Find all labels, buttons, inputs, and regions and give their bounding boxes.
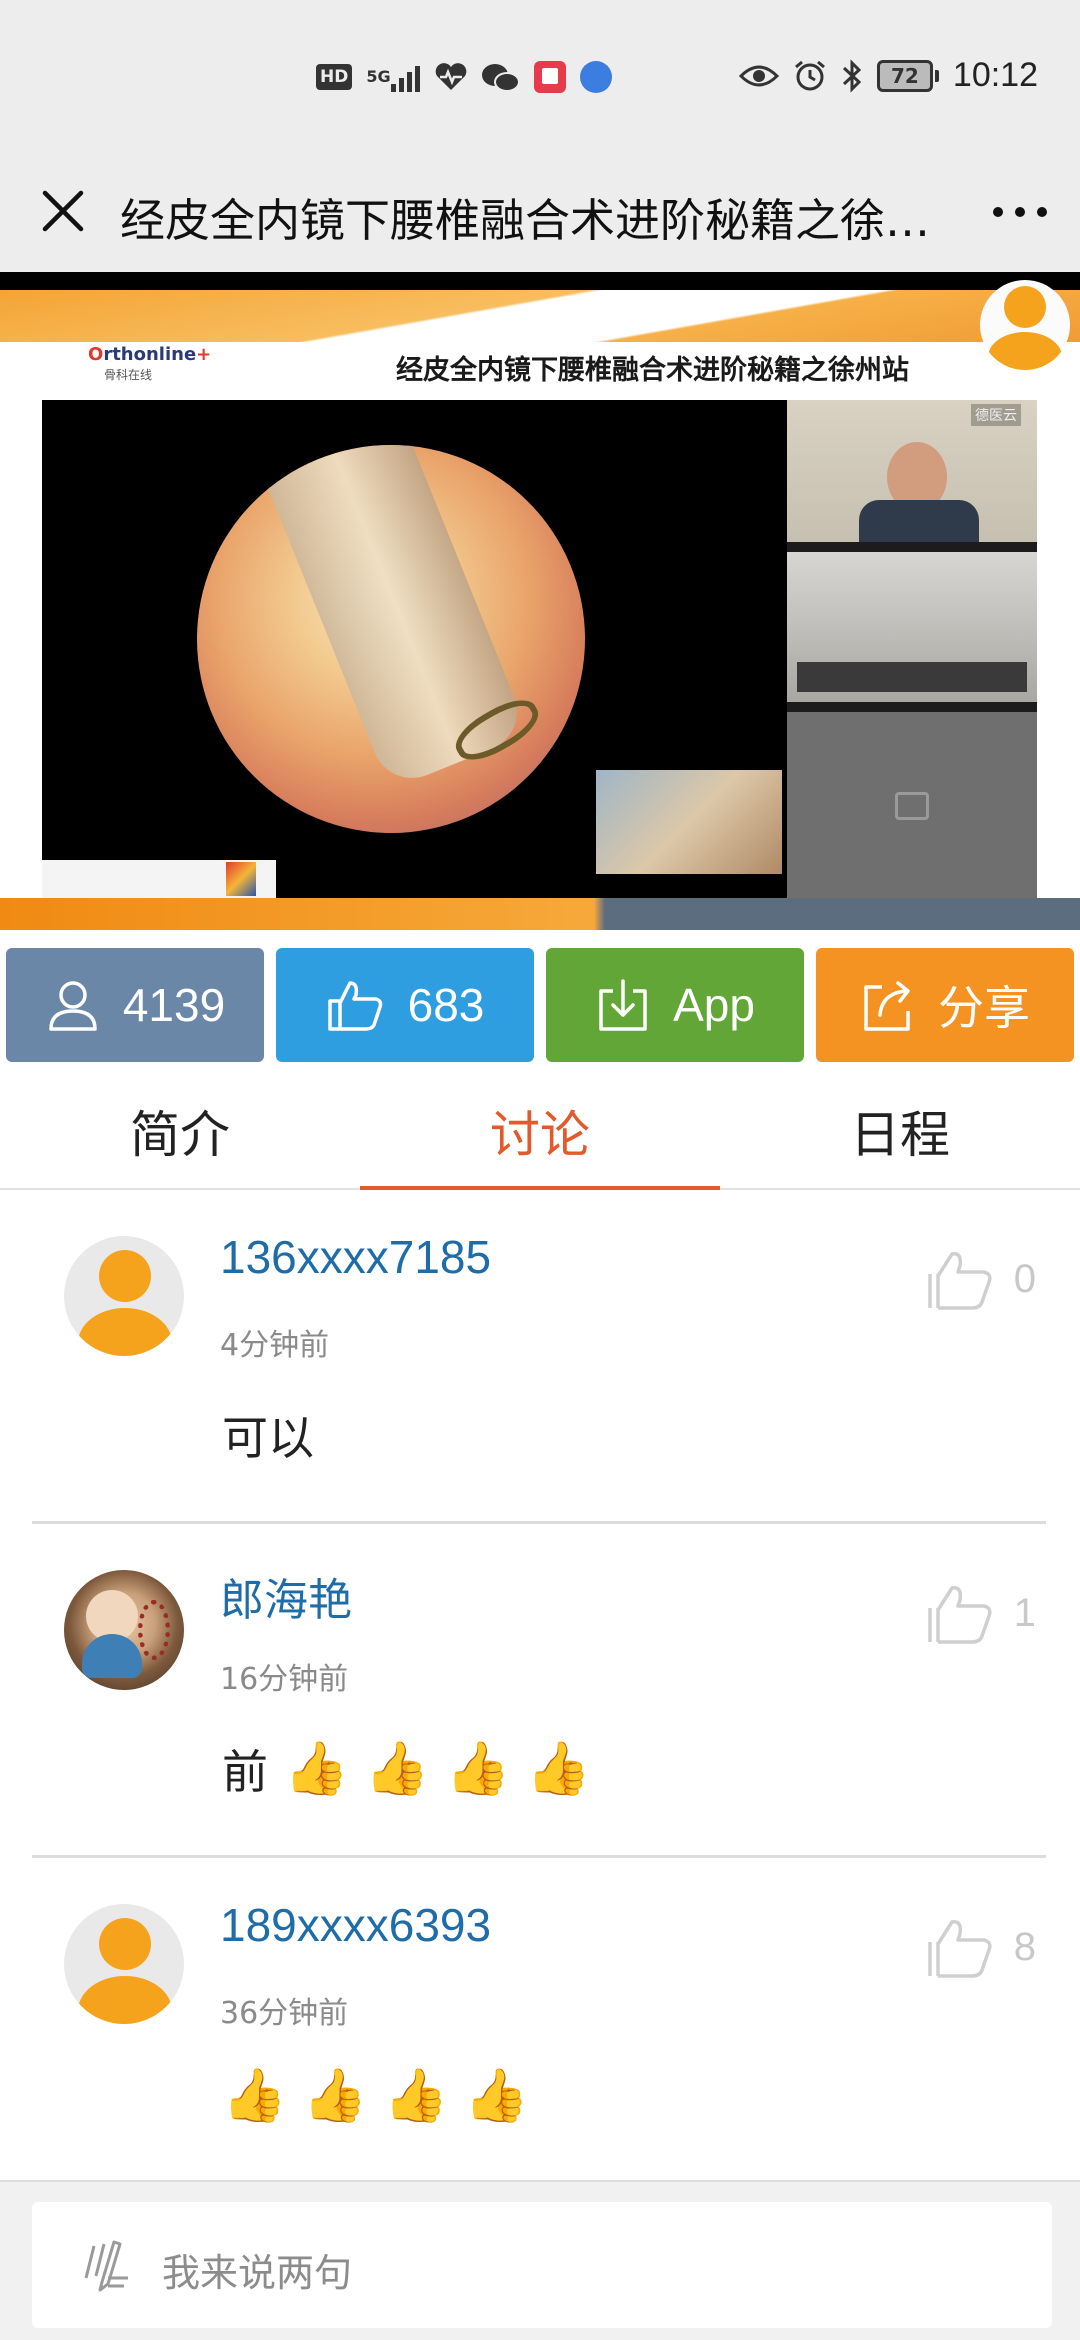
thumbs-up-icon xyxy=(327,981,382,1031)
comment-like-count: 1 xyxy=(1013,1590,1036,1635)
camera-feed-audience xyxy=(787,552,1037,702)
comment-input-bar: 我来说两句 xyxy=(0,2180,1080,2340)
camera-feed-speaker: 德医云 xyxy=(787,400,1037,542)
more-icon xyxy=(993,207,1047,217)
comment-time: 16分钟前 xyxy=(220,1662,349,1697)
comment-input-placeholder: 我来说两句 xyxy=(162,2251,353,2295)
hd-icon: HD xyxy=(316,58,353,96)
thumbs-up-emoji-icon: 👍 xyxy=(222,2066,287,2126)
wechat-icon xyxy=(481,62,520,92)
comment-text: 前 xyxy=(222,1745,268,1799)
pen-icon xyxy=(84,2240,128,2292)
video-player[interactable]: Orthonline+ 骨科在线 经皮全内镜下腰椎融合术进阶秘籍之徐州站 德医云 xyxy=(0,272,1080,930)
orthonline-logo: Orthonline+ xyxy=(88,344,212,365)
comment-time: 36分钟前 xyxy=(220,1996,349,2031)
camera-feeds: 德医云 xyxy=(787,400,1037,898)
tab-bar: 简介 讨论 日程 xyxy=(0,1072,1080,1190)
thumbs-up-emoji-icon: 👍 xyxy=(445,1739,511,1799)
likes-count: 683 xyxy=(407,979,485,1031)
share-icon xyxy=(864,981,910,1031)
viewers-count: 4139 xyxy=(122,979,226,1031)
comment-like-button[interactable]: 1 xyxy=(926,1580,1036,1646)
comment-username[interactable]: 郎海艳 xyxy=(220,1564,352,1628)
thumbs-up-emoji-icon: 👍 xyxy=(526,1739,591,1799)
download-icon xyxy=(599,979,647,1031)
user-avatar[interactable] xyxy=(64,1904,184,2024)
camera-feed-empty xyxy=(787,712,1037,898)
status-bar-right: 72 10:12 xyxy=(738,56,1038,95)
orthonline-logo-subtitle: 骨科在线 xyxy=(104,368,153,382)
person-icon xyxy=(49,981,97,1031)
status-bar-left: HD 5G xyxy=(316,58,612,96)
endoscope-image xyxy=(197,445,585,833)
comment-time: 4分钟前 xyxy=(220,1328,330,1363)
comment-content: 前 👍 👍 👍 👍 xyxy=(222,1736,591,1802)
slide-footer xyxy=(0,898,1080,930)
comment-list: 136xxxx7185 4分钟前 可以 0 郎海艳 16分钟前 前 👍 👍 👍 … xyxy=(0,1190,1080,2180)
surgical-field-thumbnail xyxy=(596,770,782,874)
close-button[interactable] xyxy=(30,178,96,244)
comment-like-button[interactable]: 8 xyxy=(926,1914,1036,1980)
action-bar: 4139 683 App 分享 xyxy=(0,948,1080,1062)
comment-content: 可以 xyxy=(222,1402,314,1468)
comment-item: 189xxxx6393 36分钟前 👍 👍 👍 👍 8 xyxy=(0,1858,1080,2192)
thumbs-up-emoji-icon: 👍 xyxy=(302,2066,368,2126)
browser-icon xyxy=(579,58,612,96)
status-bar: HD 5G 72 10:12 xyxy=(0,0,1080,158)
app-label: App xyxy=(673,979,755,1031)
camera-feed-label: 德医云 xyxy=(971,404,1021,426)
close-icon xyxy=(42,190,84,232)
screen: HD 5G 72 10:12 经皮全内镜下腰椎融合术进阶秘籍之徐州站 Ortho… xyxy=(0,0,1080,2340)
comment-like-count: 8 xyxy=(1013,1924,1036,1969)
thumbs-up-emoji-icon: 👍 xyxy=(284,1739,349,1799)
video-placeholder-icon xyxy=(895,792,929,820)
comment-username[interactable]: 136xxxx7185 xyxy=(220,1230,491,1284)
like-video-button[interactable]: 683 xyxy=(276,948,534,1062)
host-avatar[interactable] xyxy=(980,280,1070,370)
thumbs-up-outline-icon xyxy=(928,1586,992,1644)
comment-text: 可以 xyxy=(222,1411,314,1465)
comment-item: 郎海艳 16分钟前 前 👍 👍 👍 👍 1 xyxy=(0,1524,1080,1858)
comment-input[interactable]: 我来说两句 xyxy=(32,2202,1052,2328)
thumbs-up-emoji-icon: 👍 xyxy=(364,1739,430,1799)
tab-schedule[interactable]: 日程 xyxy=(720,1072,1080,1190)
page-title: 经皮全内镜下腰椎融合术进阶秘籍之徐州站 xyxy=(120,194,940,247)
comment-item: 136xxxx7185 4分钟前 可以 0 xyxy=(0,1190,1080,1524)
sponsor-logos xyxy=(42,860,276,898)
user-avatar[interactable] xyxy=(64,1570,184,1690)
viewers-button[interactable]: 4139 xyxy=(6,948,264,1062)
thumbs-up-emoji-icon: 👍 xyxy=(464,2066,529,2126)
health-icon xyxy=(434,58,468,96)
book-app-icon xyxy=(533,58,566,96)
download-app-button[interactable]: App xyxy=(546,948,804,1062)
comment-username[interactable]: 189xxxx6393 xyxy=(220,1898,491,1952)
battery-level: 72 xyxy=(876,59,933,92)
5g-signal-icon: 5G xyxy=(366,58,420,96)
tab-discuss[interactable]: 讨论 xyxy=(360,1072,720,1190)
comment-content: 👍 👍 👍 👍 xyxy=(222,2070,529,2122)
bluetooth-icon xyxy=(841,57,863,95)
title-bar: 经皮全内镜下腰椎融合术进阶秘籍之徐州站 xyxy=(0,158,1080,272)
comment-like-count: 0 xyxy=(1013,1256,1036,1301)
more-button[interactable] xyxy=(988,180,1052,244)
eye-icon xyxy=(738,57,779,95)
share-button[interactable]: 分享 xyxy=(816,948,1074,1062)
thumbs-up-outline-icon xyxy=(928,1920,992,1978)
tab-intro[interactable]: 简介 xyxy=(0,1072,360,1190)
comment-like-button[interactable]: 0 xyxy=(926,1246,1036,1312)
thumbs-up-outline-icon xyxy=(928,1252,992,1310)
battery-icon: 72 xyxy=(876,57,939,95)
slide-title: 经皮全内镜下腰椎融合术进阶秘籍之徐州站 xyxy=(396,355,909,386)
status-time: 10:12 xyxy=(952,56,1038,94)
presentation-slide: Orthonline+ 骨科在线 经皮全内镜下腰椎融合术进阶秘籍之徐州站 德医云 xyxy=(0,290,1080,930)
user-avatar[interactable] xyxy=(64,1236,184,1356)
share-label: 分享 xyxy=(938,982,1030,1034)
alarm-icon xyxy=(793,57,827,95)
thumbs-up-emoji-icon: 👍 xyxy=(383,2066,449,2126)
